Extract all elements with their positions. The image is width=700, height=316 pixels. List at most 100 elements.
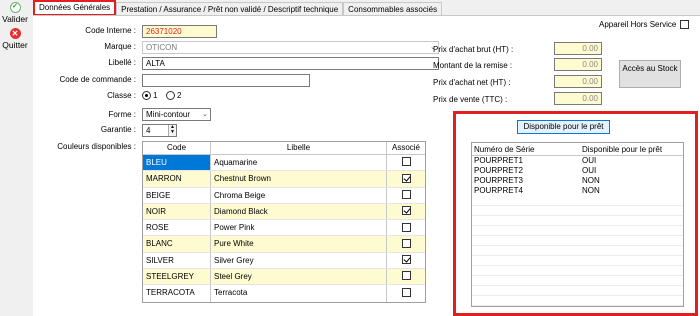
- cell-code: NOIR: [143, 203, 211, 220]
- code-commande-label: Code de commande :: [59, 75, 137, 84]
- cell-libelle: Chroma Beige: [211, 187, 387, 203]
- cell-libelle: Power Pink: [211, 220, 387, 236]
- associe-checkbox[interactable]: [401, 238, 411, 248]
- col-header-numero-serie[interactable]: Numéro de Série: [472, 143, 579, 155]
- classe-option-1-label: 1: [153, 91, 158, 100]
- numero-serie-table: Numéro de Série Disponible pour le prêt …: [471, 142, 684, 307]
- prix-achat-brut-field[interactable]: 0.00: [554, 42, 602, 55]
- cell-dispo: OUI: [582, 156, 597, 165]
- garantie-spinner[interactable]: 4 ▲ ▼: [142, 124, 177, 137]
- cell-dispo: NON: [582, 176, 600, 185]
- empty-row: [472, 286, 683, 296]
- table-row[interactable]: POURPRET2 OUI: [472, 166, 683, 176]
- forme-select[interactable]: Mini-contour ⌄: [142, 108, 211, 121]
- marque-value: OTICON: [146, 43, 178, 52]
- cell-libelle: Terracota: [211, 285, 387, 302]
- cell-code: ROSE: [143, 220, 211, 236]
- hors-service-row[interactable]: Appareil Hors Service: [599, 20, 690, 29]
- cell-code: BLEU: [143, 155, 211, 171]
- forme-label: Forme :: [108, 110, 136, 119]
- close-circle-icon: ✕: [9, 28, 21, 39]
- associe-checkbox[interactable]: [401, 287, 411, 297]
- cell-libelle: Chestnut Brown: [211, 171, 387, 187]
- cell-dispo: NON: [582, 186, 600, 195]
- table-row[interactable]: POURPRET4 NON: [472, 186, 683, 196]
- associe-checkbox[interactable]: [401, 206, 411, 216]
- garantie-value: 4: [146, 126, 151, 135]
- table-row[interactable]: POURPRET3 NON: [472, 176, 683, 186]
- hors-service-checkbox[interactable]: [680, 20, 690, 29]
- associe-checkbox[interactable]: [401, 255, 411, 265]
- code-commande-input[interactable]: [142, 74, 310, 87]
- prix-achat-net-field[interactable]: 0.00: [554, 75, 602, 88]
- classe-radio-1[interactable]: 1: [142, 91, 157, 100]
- disponible-pour-pret-button[interactable]: Disponible pour le prêt: [517, 120, 610, 134]
- table-row[interactable]: BLEU Aquamarine: [143, 155, 425, 172]
- table-header: Code Libelle Associé: [143, 142, 425, 155]
- table-row[interactable]: TERRACOTA Terracota: [143, 285, 425, 302]
- tab-content: Code Interne : 26371020 Marque : OTICON …: [33, 15, 700, 316]
- libelle-input[interactable]: ALTA: [142, 57, 439, 70]
- classe-option-2-label: 2: [177, 91, 182, 100]
- empty-row: [472, 206, 683, 216]
- col-header-disponible[interactable]: Disponible pour le prêt: [579, 143, 683, 155]
- montant-remise-label: Montant de la remise :: [433, 61, 513, 70]
- acces-stock-button[interactable]: Accès au Stock: [619, 60, 681, 88]
- tab-consommables[interactable]: Consommables associés: [343, 2, 443, 16]
- garantie-label: Garantie :: [100, 125, 136, 134]
- cell-numero: POURPRET2: [474, 166, 523, 175]
- code-interne-label: Code Interne :: [85, 26, 136, 35]
- cell-numero: POURPRET3: [474, 176, 523, 185]
- cell-libelle: Steel Grey: [211, 269, 387, 285]
- cell-numero: POURPRET1: [474, 156, 523, 165]
- table-row[interactable]: ROSE Power Pink: [143, 220, 425, 237]
- cell-code: TERRACOTA: [143, 285, 211, 302]
- empty-row: [472, 266, 683, 276]
- forme-value: Mini-contour: [146, 110, 191, 119]
- empty-row: [472, 256, 683, 266]
- cell-code: BLANC: [143, 236, 211, 252]
- cell-code: BEIGE: [143, 187, 211, 203]
- tab-bar: Données Générales Prestation / Assurance…: [33, 0, 443, 16]
- associe-checkbox[interactable]: [401, 189, 411, 199]
- associe-checkbox[interactable]: [401, 157, 411, 167]
- couleurs-table: Code Libelle Associé BLEU Aquamarine MAR…: [142, 141, 426, 303]
- tab-prestation-assurance[interactable]: Prestation / Assurance / Prêt non validé…: [116, 2, 344, 16]
- associe-checkbox[interactable]: [401, 271, 411, 281]
- hors-service-label: Appareil Hors Service: [599, 20, 677, 29]
- table-row[interactable]: POURPRET1 OUI: [472, 156, 683, 166]
- cell-dispo: OUI: [582, 166, 597, 175]
- table-row[interactable]: NOIR Diamond Black: [143, 203, 425, 221]
- table-row[interactable]: BLANC Pure White: [143, 236, 425, 253]
- table-row[interactable]: STEELGREY Steel Grey: [143, 269, 425, 286]
- tab-donnees-generales[interactable]: Données Générales: [33, 0, 117, 16]
- empty-row: [472, 216, 683, 226]
- empty-row: [472, 246, 683, 256]
- valider-button[interactable]: ✓ Valider: [0, 2, 30, 24]
- col-header-code[interactable]: Code: [143, 142, 211, 154]
- prix-vente-field[interactable]: 0.00: [554, 92, 602, 105]
- associe-checkbox[interactable]: [401, 222, 411, 232]
- marque-select[interactable]: OTICON ⌄: [142, 41, 439, 54]
- table-row[interactable]: BEIGE Chroma Beige: [143, 187, 425, 204]
- col-header-associe[interactable]: Associé: [387, 142, 425, 154]
- table-row[interactable]: MARRON Chestnut Brown: [143, 171, 425, 188]
- empty-row: [472, 296, 683, 306]
- cell-libelle: Pure White: [211, 236, 387, 252]
- col-header-libelle[interactable]: Libelle: [211, 142, 387, 154]
- classe-radio-2[interactable]: 2: [166, 91, 181, 100]
- cell-code: STEELGREY: [143, 269, 211, 285]
- left-toolbar: ✓ Valider ✕ Quitter: [0, 0, 30, 316]
- montant-remise-field[interactable]: 0.00: [554, 58, 602, 71]
- cell-libelle: Diamond Black: [211, 203, 387, 220]
- prix-achat-brut-label: Prix d'achat brut (HT) :: [433, 45, 514, 54]
- associe-checkbox[interactable]: [401, 173, 411, 183]
- code-interne-field[interactable]: 26371020: [142, 25, 217, 38]
- cell-code: MARRON: [143, 171, 211, 187]
- table-row[interactable]: SILVER Silver Grey: [143, 252, 425, 270]
- empty-row: [472, 276, 683, 286]
- couleurs-label: Couleurs disponibles :: [57, 142, 136, 151]
- radio-unselected-icon: [166, 91, 175, 100]
- quitter-button[interactable]: ✕ Quitter: [0, 28, 30, 50]
- spinner-arrows-icon[interactable]: ▲ ▼: [168, 125, 176, 136]
